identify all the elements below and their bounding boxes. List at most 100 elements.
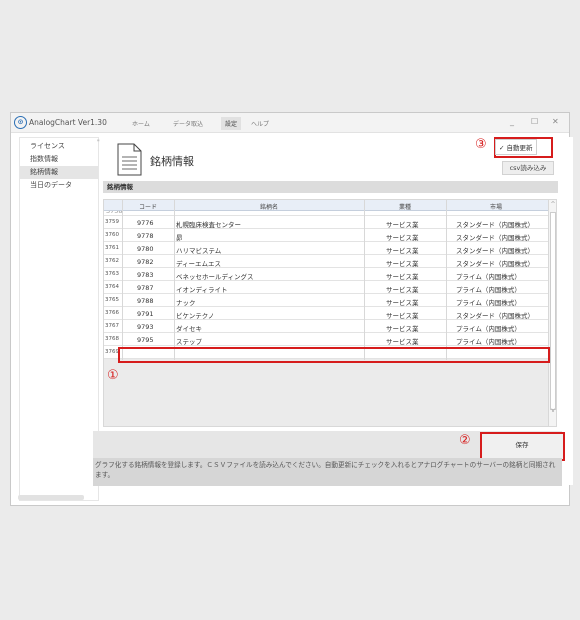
name-cell: ナック <box>176 299 196 307</box>
table-row[interactable]: 3767 9793 ダイセキ サービス業 プライム（内国株式） <box>104 320 548 333</box>
auto-update-label: 自動更新 <box>506 144 533 152</box>
name-cell: ハリマビステム <box>176 247 222 255</box>
annotation-box-save <box>480 432 565 461</box>
csv-import-button[interactable]: csv読み込み <box>502 161 554 175</box>
table-row[interactable]: 3759 9776 札幌臨床検査センター サービス業 スタンダード（内国株式） <box>104 216 548 229</box>
maximize-icon[interactable]: ☐ <box>531 117 538 126</box>
code-cell: 9776 <box>137 219 154 227</box>
sidebar-item-daily-data[interactable]: 当日のデータ <box>20 179 98 192</box>
annotation-box-new-row <box>118 347 550 363</box>
table-row[interactable]: 3764 9787 イオンディライト サービス業 プライム（内国株式） <box>104 281 548 294</box>
industry-cell: サービス業 <box>386 325 419 333</box>
sidebar-resize-grip[interactable]: " <box>97 139 100 146</box>
help-message: グラフ化する銘柄情報を登録します。ＣＳＶファイルを読み込んでください。自動更新に… <box>93 458 562 486</box>
code-cell: 9795 <box>137 336 154 344</box>
menu-home[interactable]: ホーム <box>128 117 154 130</box>
auto-update-checkbox[interactable]: ✓ 自動更新 <box>495 139 537 155</box>
row-index-cell: 3760 <box>105 232 119 238</box>
sidebar-item-license[interactable]: ライセンス <box>20 140 98 153</box>
table-row[interactable]: 3765 9788 ナック サービス業 プライム（内国株式） <box>104 294 548 307</box>
table-row[interactable]: 3768 9795 ステップ サービス業 プライム（内国株式） <box>104 333 548 346</box>
market-cell: スタンダード（内国株式） <box>456 234 534 242</box>
name-cell: ディーエムエス <box>176 260 222 268</box>
check-icon: ✓ <box>499 144 505 152</box>
code-cell: 9780 <box>137 245 154 253</box>
code-cell: 9778 <box>137 232 154 240</box>
name-cell: ベネッセホールディングス <box>176 273 254 281</box>
row-index-cell: 3764 <box>105 284 119 290</box>
column-header-code[interactable]: コード <box>122 202 174 211</box>
page-title: 銘柄情報 <box>150 155 194 168</box>
industry-cell: サービス業 <box>386 234 419 242</box>
code-cell: 9791 <box>137 310 154 318</box>
column-divider <box>364 200 365 360</box>
market-cell: スタンダード（内国株式） <box>456 312 534 320</box>
table-row[interactable]: 3766 9791 ビケンテクノ サービス業 スタンダード（内国株式） <box>104 307 548 320</box>
sidebar-item-stock-info[interactable]: 銘柄情報 <box>20 166 98 179</box>
row-index-cell: 3765 <box>105 297 119 303</box>
vertical-scrollbar[interactable]: ^ v <box>548 199 557 427</box>
row-index-cell: 3762 <box>105 258 119 264</box>
industry-cell: サービス業 <box>386 299 419 307</box>
industry-cell: サービス業 <box>386 221 419 229</box>
app-logo-icon: ⊙ <box>14 116 27 129</box>
annotation-number-1: ① <box>107 368 119 383</box>
market-cell: プライム（内国株式） <box>456 286 521 294</box>
market-cell: スタンダード（内国株式） <box>456 260 534 268</box>
menu-help[interactable]: ヘルプ <box>247 117 273 130</box>
table-row[interactable]: 3762 9782 ディーエムエス サービス業 スタンダード（内国株式） <box>104 255 548 268</box>
name-cell: ダイセキ <box>176 325 202 333</box>
name-cell: 昴 <box>176 234 183 242</box>
menu-settings[interactable]: 設定 <box>221 117 242 130</box>
column-header-market[interactable]: 市場 <box>446 202 546 211</box>
code-cell: 9793 <box>137 323 154 331</box>
market-cell: プライム（内国株式） <box>456 338 521 346</box>
market-cell: スタンダード（内国株式） <box>456 247 534 255</box>
column-divider <box>174 200 175 360</box>
market-cell: スタンダード（内国株式） <box>456 221 534 229</box>
horizontal-scrollbar[interactable] <box>18 495 84 500</box>
market-cell: プライム（内国株式） <box>456 299 521 307</box>
code-cell: 9787 <box>137 284 154 292</box>
menu-data-import[interactable]: データ取込 <box>169 117 207 130</box>
row-index-cell: 3768 <box>105 336 119 342</box>
table-row[interactable]: 3763 9783 ベネッセホールディングス サービス業 プライム（内国株式） <box>104 268 548 281</box>
code-cell: 9783 <box>137 271 154 279</box>
industry-cell: サービス業 <box>386 312 419 320</box>
column-header-industry[interactable]: 業種 <box>364 202 446 211</box>
row-index-cell: 3761 <box>105 245 119 251</box>
row-index-cell: 3767 <box>105 323 119 329</box>
name-cell: イオンディライト <box>176 286 228 294</box>
sidebar-item-index-info[interactable]: 指数情報 <box>20 153 98 166</box>
column-header-name[interactable]: 銘柄名 <box>174 202 364 211</box>
document-icon <box>117 143 142 176</box>
annotation-number-2: ② <box>459 433 471 448</box>
close-icon[interactable]: ✕ <box>552 117 559 126</box>
market-cell: プライム（内国株式） <box>456 273 521 281</box>
column-divider <box>122 200 123 360</box>
app-title: AnalogChart Ver1.30 <box>29 118 107 127</box>
title-bar: ⊙ AnalogChart Ver1.30 ホーム データ取込 設定 ヘルプ _… <box>11 113 569 133</box>
industry-cell: サービス業 <box>386 286 419 294</box>
name-cell: 札幌臨床検査センター <box>176 221 241 229</box>
industry-cell: サービス業 <box>386 338 419 346</box>
scroll-up-icon[interactable]: ^ <box>549 201 557 208</box>
industry-cell: サービス業 <box>386 273 419 281</box>
industry-cell: サービス業 <box>386 260 419 268</box>
row-index-cell: 3759 <box>105 219 119 225</box>
code-cell: 9782 <box>137 258 154 266</box>
name-cell: ステップ <box>176 338 202 346</box>
scroll-down-icon[interactable]: v <box>549 407 557 414</box>
scrollbar-thumb[interactable] <box>550 212 556 410</box>
row-index-cell: 3769 <box>105 349 119 355</box>
name-cell: ビケンテクノ <box>176 312 215 320</box>
section-header: 銘柄情報 <box>103 181 558 193</box>
market-cell: プライム（内国株式） <box>456 325 521 333</box>
table-row[interactable]: 3760 9778 昴 サービス業 スタンダード（内国株式） <box>104 229 548 242</box>
table-row[interactable]: 3761 9780 ハリマビステム サービス業 スタンダード（内国株式） <box>104 242 548 255</box>
code-cell: 9788 <box>137 297 154 305</box>
table-header: コード 銘柄名 業種 市場 <box>104 200 548 211</box>
minimize-icon[interactable]: _ <box>510 117 514 126</box>
annotation-number-3: ③ <box>475 137 487 152</box>
row-index-cell: 3766 <box>105 310 119 316</box>
